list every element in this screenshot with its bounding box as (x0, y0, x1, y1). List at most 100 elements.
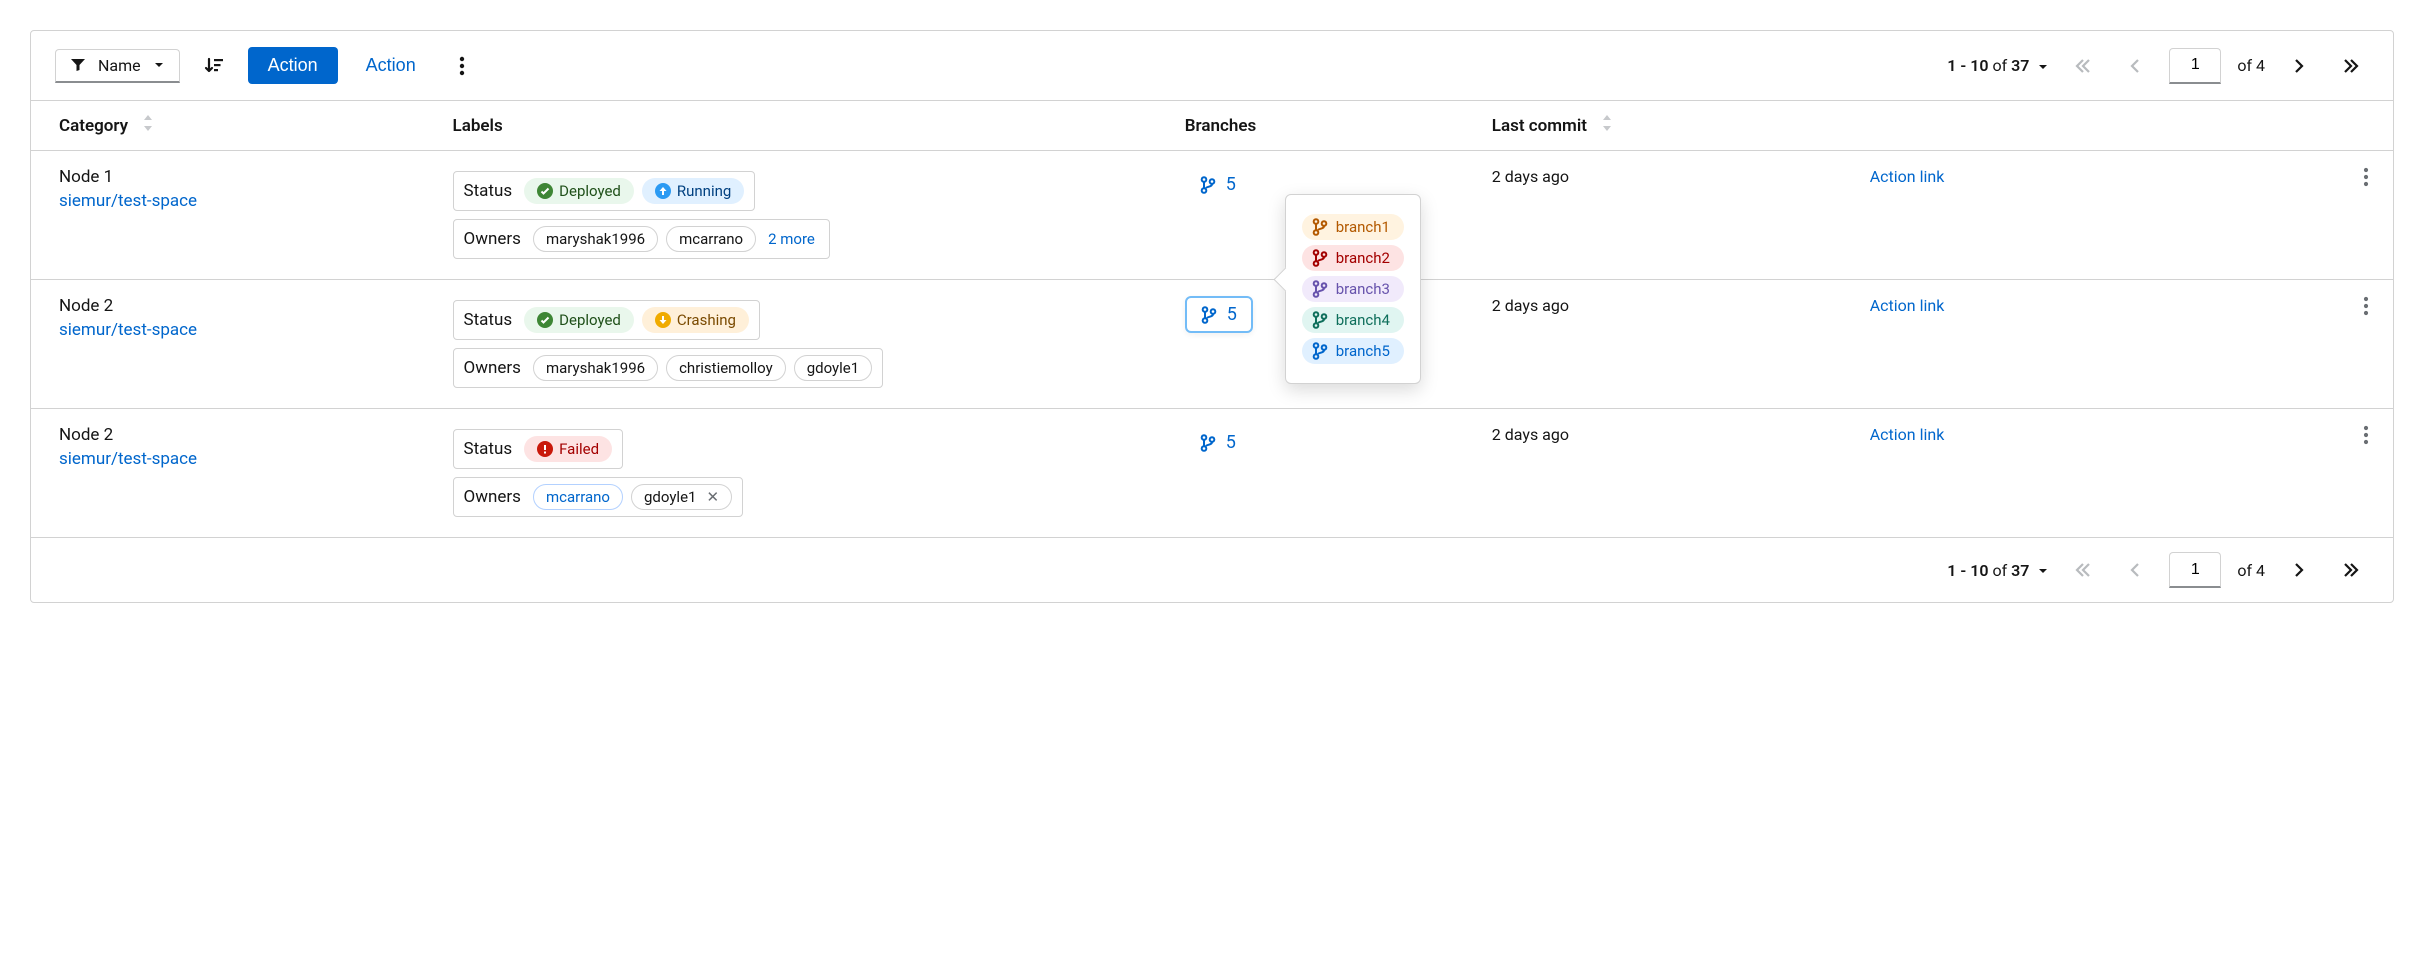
branches-number: 5 (1227, 304, 1237, 325)
table-row: Node 2 siemur/test-space Status Deployed C… (31, 280, 2393, 409)
page-next-button[interactable] (2281, 552, 2317, 588)
git-branch-icon (1312, 342, 1328, 360)
kebab-icon (2363, 296, 2369, 316)
toolbar: Name Action Action 1 - 10 of 37 of 4 (31, 31, 2393, 100)
last-commit-value: 2 days ago (1492, 296, 1569, 315)
check-status-icon (537, 183, 553, 199)
page-of-label: of 4 (2237, 56, 2265, 75)
remove-chip-icon[interactable]: ✕ (706, 488, 719, 506)
owners-label-group: Owners maryshak1996 christiemolloy gdoyle1 (453, 348, 884, 388)
owner-chip[interactable]: gdoyle1 (794, 355, 872, 381)
branch-chip[interactable]: branch1 (1302, 214, 1404, 240)
branches-popover: branch1 branch2 branch3 branch4 branch5 (1285, 194, 1421, 384)
kebab-icon (459, 56, 465, 76)
kebab-icon (2363, 167, 2369, 187)
git-branch-icon (1312, 311, 1328, 329)
row-kebab[interactable] (2363, 172, 2369, 191)
col-last-commit[interactable]: Last commit (1472, 101, 1850, 151)
chevron-left-icon (2129, 562, 2141, 578)
node-path-link[interactable]: siemur/test-space (59, 191, 413, 211)
total-value: 37 (2011, 56, 2029, 75)
double-left-icon (2075, 562, 2091, 578)
up-status-icon (655, 183, 671, 199)
branch-chip[interactable]: branch3 (1302, 276, 1404, 302)
node-name: Node 2 (59, 296, 413, 316)
git-branch-icon (1200, 176, 1216, 194)
page-first-button[interactable] (2065, 48, 2101, 84)
sort-handle-icon (142, 115, 154, 131)
col-branches: Branches (1165, 101, 1472, 151)
chevron-right-icon (2293, 58, 2305, 74)
filter-label: Name (98, 56, 141, 75)
page-input[interactable] (2169, 552, 2221, 588)
node-path-link[interactable]: siemur/test-space (59, 320, 413, 340)
table-row: Node 1 siemur/test-space StatusDeployedR… (31, 151, 2393, 280)
range-value: 1 - 10 (1947, 56, 1988, 75)
row-action-link[interactable]: Action link (1870, 296, 1945, 315)
check-status-icon (537, 312, 553, 328)
page-next-button[interactable] (2281, 48, 2317, 84)
primary-action-button[interactable]: Action (248, 47, 338, 84)
label-group-title: Status (464, 439, 513, 459)
chevron-right-icon (2293, 562, 2305, 578)
label-group-title: Owners (464, 229, 521, 249)
status-chip: Deployed (524, 307, 634, 333)
status-chip: Failed (524, 436, 612, 462)
status-label-group: Status Deployed Crashing (453, 300, 760, 340)
sort-button[interactable] (196, 48, 232, 84)
filter-dropdown[interactable]: Name (55, 49, 180, 83)
row-action-link[interactable]: Action link (1870, 425, 1945, 444)
last-commit-value: 2 days ago (1492, 425, 1569, 444)
status-chip: Crashing (642, 307, 749, 333)
page-last-button[interactable] (2333, 48, 2369, 84)
col-category[interactable]: Category (31, 101, 433, 151)
status-label-group: Status Failed (453, 429, 624, 469)
label-group-title: Owners (464, 487, 521, 507)
branches-number: 5 (1226, 174, 1236, 195)
owner-chip[interactable]: gdoyle1✕ (631, 484, 732, 510)
owner-chip[interactable]: mcarrano (533, 484, 623, 510)
owner-chip[interactable]: maryshak1996 (533, 226, 658, 252)
page-prev-button[interactable] (2117, 552, 2153, 588)
col-kebab (2343, 101, 2393, 151)
page-of-label: of 4 (2237, 561, 2265, 580)
status-chip: Running (642, 178, 744, 204)
data-table: Category Labels Branches Last commit Nod… (31, 100, 2393, 538)
branches-count[interactable]: 5 (1185, 425, 1251, 460)
git-branch-icon (1201, 306, 1217, 324)
double-right-icon (2343, 58, 2359, 74)
owners-label-group: Owners mcarrano gdoyle1✕ (453, 477, 744, 517)
pagination-range[interactable]: 1 - 10 of 37 (1947, 56, 2049, 75)
toolbar-kebab[interactable] (444, 48, 480, 84)
git-branch-icon (1312, 249, 1328, 267)
status-label-group: StatusDeployedRunning (453, 171, 756, 211)
last-commit-value: 2 days ago (1492, 167, 1569, 186)
branches-count[interactable]: 5 (1185, 167, 1251, 202)
double-right-icon (2343, 562, 2359, 578)
kebab-icon (2363, 425, 2369, 445)
label-group-title: Status (464, 310, 513, 330)
pagination-range[interactable]: 1 - 10 of 37 (1947, 561, 2049, 580)
row-kebab[interactable] (2363, 301, 2369, 320)
col-actions (1850, 101, 2343, 151)
row-action-link[interactable]: Action link (1870, 167, 1945, 186)
branches-count[interactable]: 5 (1185, 296, 1253, 333)
branch-chip[interactable]: branch2 (1302, 245, 1404, 271)
label-group-title: Owners (464, 358, 521, 378)
secondary-action-button[interactable]: Action (354, 47, 428, 84)
node-name: Node 1 (59, 167, 413, 187)
branch-chip[interactable]: branch4 (1302, 307, 1404, 333)
row-kebab[interactable] (2363, 430, 2369, 449)
caret-down-icon (2037, 61, 2049, 73)
owner-chip[interactable]: 2 more (764, 227, 819, 251)
chevron-left-icon (2129, 58, 2141, 74)
page-last-button[interactable] (2333, 552, 2369, 588)
page-first-button[interactable] (2065, 552, 2101, 588)
owner-chip[interactable]: christiemolloy (666, 355, 786, 381)
owner-chip[interactable]: maryshak1996 (533, 355, 658, 381)
page-input[interactable] (2169, 48, 2221, 84)
page-prev-button[interactable] (2117, 48, 2153, 84)
branch-chip[interactable]: branch5 (1302, 338, 1404, 364)
owner-chip[interactable]: mcarrano (666, 226, 756, 252)
node-path-link[interactable]: siemur/test-space (59, 449, 413, 469)
